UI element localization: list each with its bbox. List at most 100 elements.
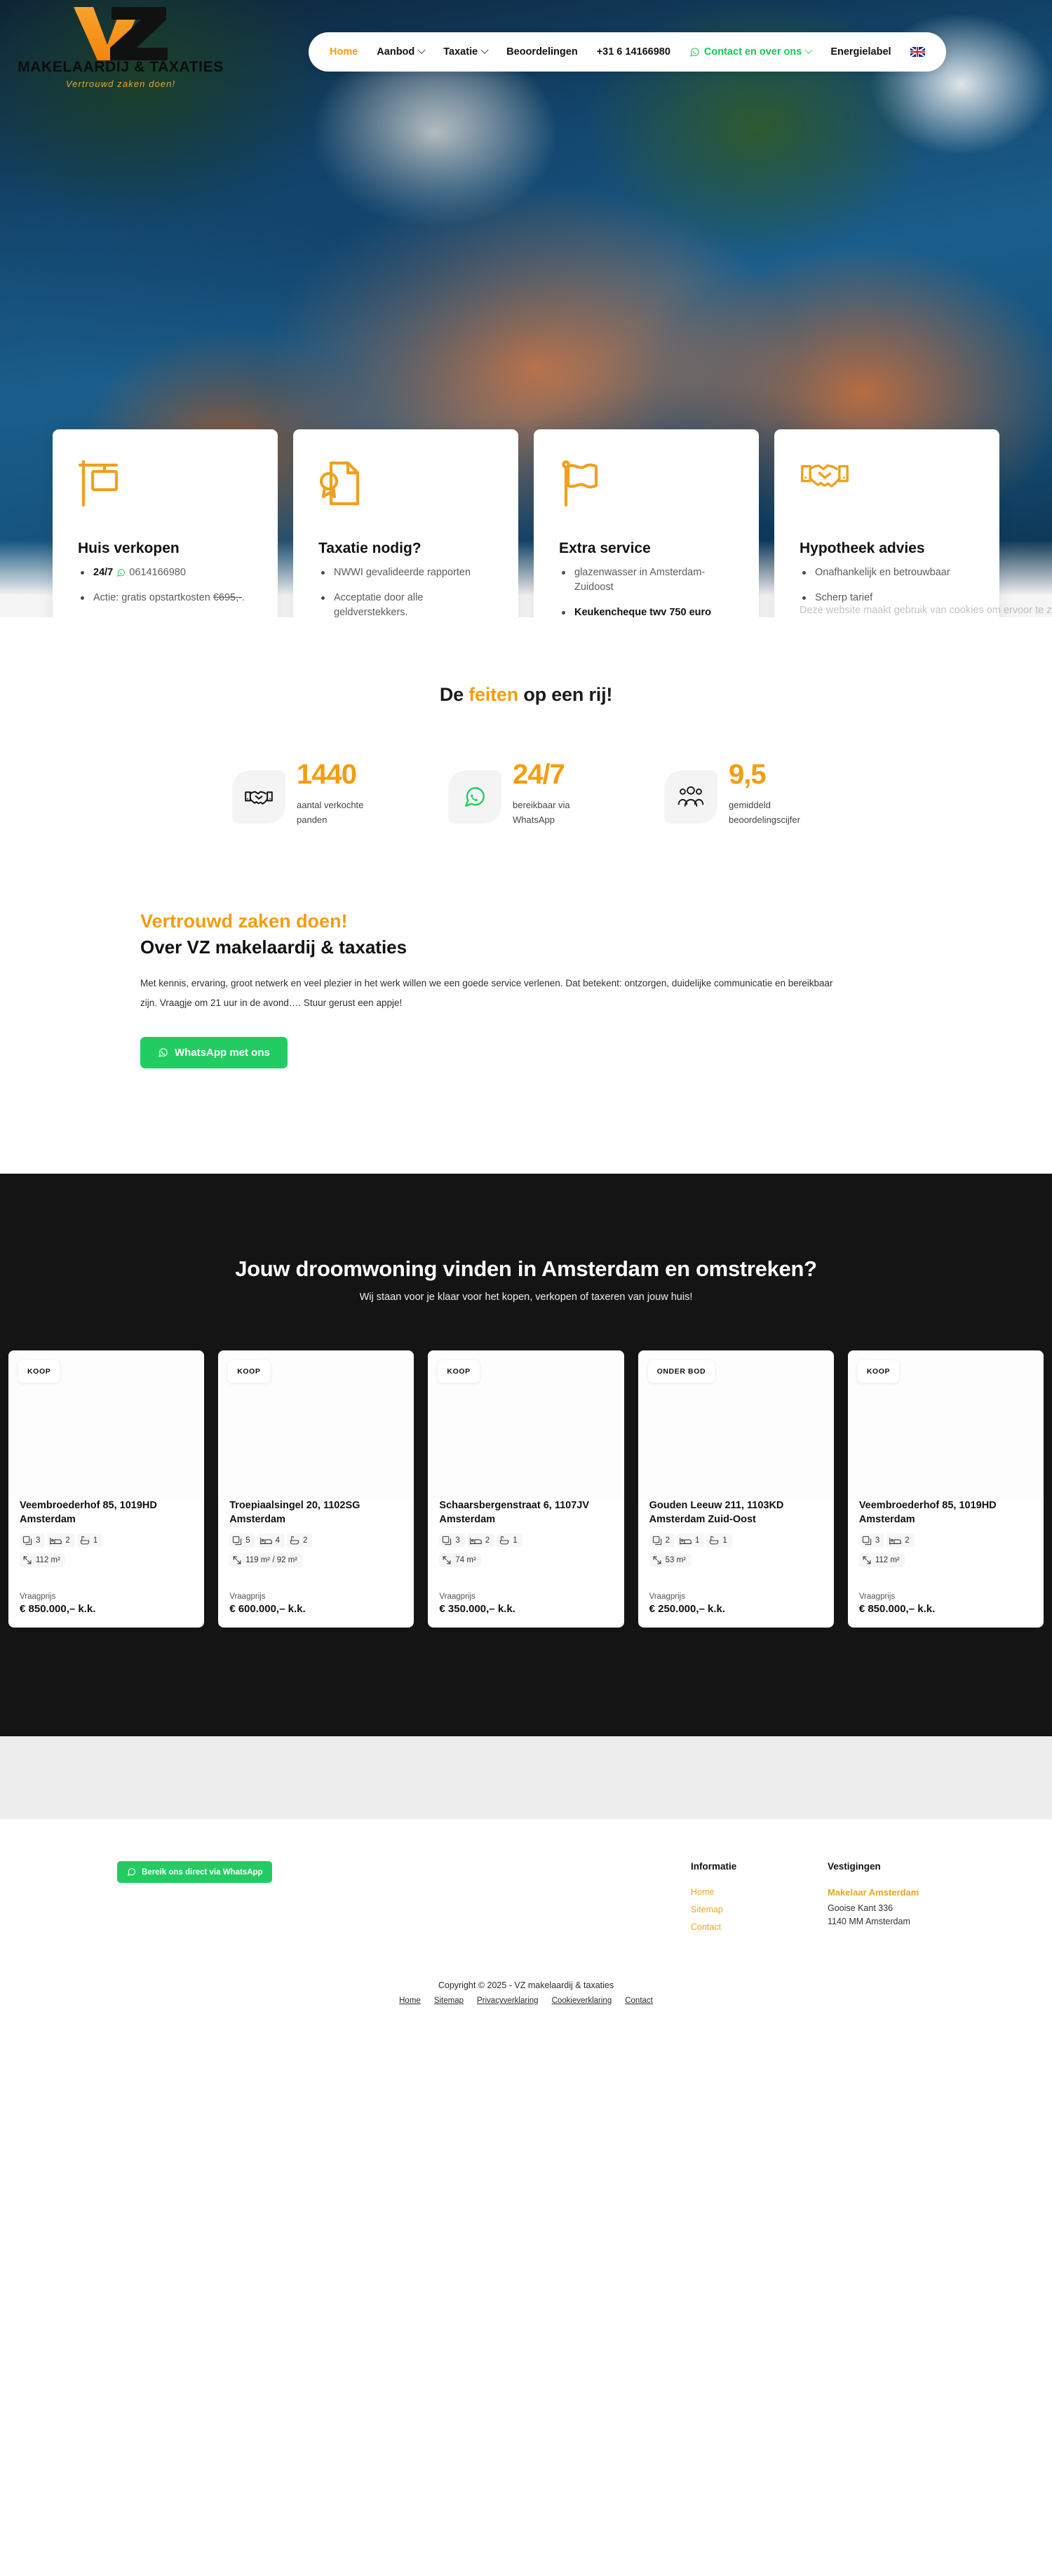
property-spacer [229,1567,403,1592]
spec-bedrooms-value: 1 [695,1536,700,1545]
bath-icon [709,1536,719,1545]
spec-area: 53 m² [649,1553,692,1568]
chevron-down-icon [804,46,813,54]
footer-whatsapp-button[interactable]: Bereik ons direct via WhatsApp [117,1861,272,1884]
footer-locations-column: Vestigingen Makelaar Amsterdam Gooise Ka… [828,1861,964,1928]
property-card[interactable]: KOOP Veembroederhof 85, 1019HD Amsterdam 3… [847,1350,1044,1628]
facts-section: De feiten op een rij! 1440 aantal verkoch… [0,617,1052,828]
flag-uk-icon[interactable] [910,47,925,57]
nav-item-home[interactable]: Home [330,46,358,58]
fact-item: 9,5 gemiddeld beoordelingscijfer [664,760,820,828]
fact-label: gemiddeld beoordelingscijfer [729,800,800,825]
footer-bottom-link-contact[interactable]: Contact [625,1997,653,2005]
price-label: Vraagprijs [439,1592,476,1602]
property-card[interactable]: ONDER BOD Gouden Leeuw 211, 1103KD Amster… [638,1350,834,1628]
bed-icon [259,1536,272,1545]
spec-area: 112 m² [858,1553,905,1568]
bath-icon [499,1536,509,1545]
footer-link-home[interactable]: Home [691,1887,828,1897]
service-card-bullet: 24/7 0614166980 [78,565,252,580]
spec-rooms-value: 3 [875,1536,880,1545]
property-specs: 3 2 112 m² [858,1534,1032,1568]
vz-logo-icon [74,7,168,60]
footer-bottom-link-privacyverklaring[interactable]: Privacyverklaring [477,1997,539,2005]
spec-rooms: 3 [439,1534,465,1548]
nav-item-label: Aanbod [377,46,415,58]
property-card[interactable]: KOOP Troepiaalsingel 20, 1102SG Amsterdam… [218,1350,414,1628]
property-address: Veembroederhof 85, 1019HD Amsterdam [20,1500,157,1525]
nav-item-energielabel[interactable]: Energielabel [830,46,891,58]
property-specs: 3 2 1 112 m² [20,1534,193,1568]
bullet-text: Acceptatie door alle geldverstekkers. [334,592,424,617]
bed-icon [889,1536,902,1545]
copyright-text: Copyright © 2025 - VZ makelaardij & taxa… [438,1980,614,1991]
status-badge: ONDER BOD [647,1360,715,1383]
nav-item-label: Taxatie [443,46,478,58]
property-card[interactable]: KOOP Schaarsbergenstraat 6, 1107JV Amster… [428,1350,624,1628]
spec-rooms-value: 3 [455,1536,460,1545]
property-price: € 850.000,– k.k. [858,1603,936,1616]
facts-title: De feiten op een rij! [0,684,1052,706]
service-card-bullet: NWWI gevalideerde rapporten [318,565,493,580]
site-logo[interactable]: MAKELAARDIJ & TAXATIES Vertrouwd zaken d… [15,4,226,89]
spec-bathrooms-value: 2 [303,1536,308,1545]
facts-list: 1440 aantal verkochte panden 24/7 bereikbaa… [0,760,1052,828]
spec-bathrooms: 2 [287,1534,313,1548]
nav-item-aanbod[interactable]: Aanbod [377,46,426,58]
handshake-icon [800,459,974,509]
property-spacer [859,1567,1032,1592]
property-price: € 850.000,– k.k. [20,1603,96,1616]
main-navigation[interactable]: Home Aanbod Taxatie Beoordelingen +31 6 1416… [309,32,946,72]
footer-bottom-link-home[interactable]: Home [399,1997,421,2005]
nav-item-label: Beoordelingen [506,46,578,58]
site-footer: Bereik ons direct via WhatsApp Informati… [0,1819,1052,2024]
spec-area: 74 m² [439,1553,481,1568]
nav-item-taxatie[interactable]: Taxatie [443,46,489,58]
chevron-down-icon [417,46,426,54]
for-sale-sign-icon [78,459,252,509]
rooms-icon [442,1536,452,1545]
footer-bottom-link-cookieverklaring[interactable]: Cookieverklaring [552,1997,612,2005]
status-badge: KOOP [438,1360,480,1383]
service-card-bullet: Actie: gratis opstartkosten €695,-. [78,591,252,605]
footer-locations-heading: Vestigingen [828,1861,881,1872]
office-street: Gooise Kant 336 [828,1903,893,1914]
spec-rooms: 2 [649,1534,675,1548]
bullet-text: 0614166980 [126,567,186,578]
facts-title-highlight: feiten [468,684,519,705]
footer-bottom-links: Home Sitemap Privacyverklaring Cookieverkla… [0,1997,1052,2005]
logo-company-name: MAKELAARDIJ & TAXATIES [18,59,224,75]
nav-item-contact-en-over-ons[interactable]: Contact en over ons [689,46,813,58]
property-address: Gouden Leeuw 211, 1103KD Amsterdam Zuid-… [649,1500,784,1525]
whatsapp-contact-button[interactable]: WhatsApp met ons [140,1037,288,1069]
service-card-bullet: Keukencheque twv 750 euro [559,605,734,617]
listings-section: Jouw droomwoning vinden in Amsterdam en … [0,1174,1052,1737]
bullet-text: Onafhankelijk en betrouwbaar [815,567,950,578]
property-card[interactable]: KOOP Veembroederhof 85, 1019HD Amsterdam 3… [8,1350,205,1628]
bullet-text: €695,- [213,592,242,604]
service-card-bullet: glazenwasser in Amsterdam-Zuidoost [559,565,734,595]
price-label: Vraagprijs [229,1592,266,1602]
whatsapp-icon [126,1867,137,1877]
nav-item-31-6-14166980[interactable]: +31 6 14166980 [597,46,670,58]
footer-link-sitemap[interactable]: Sitemap [691,1905,828,1914]
facts-title-pre: De [439,684,469,705]
fact-item: 1440 aantal verkochte panden [232,760,388,828]
rooms-icon [652,1536,662,1545]
about-paragraph: Met kennis, ervaring, groot netwerk en v… [140,977,833,1008]
bullet-text: 24/7 [93,567,114,578]
footer-info-column: Informatie Home Sitemap Contact [691,1861,828,1940]
footer-info-heading: Informatie [691,1861,737,1872]
property-address: Veembroederhof 85, 1019HD Amsterdam [858,1500,997,1525]
property-spacer [439,1567,612,1592]
footer-link-contact[interactable]: Contact [691,1922,828,1932]
about-section: Vertrouwd zaken doen! Over VZ makelaardi… [0,827,1052,1174]
nav-item-beoordelingen[interactable]: Beoordelingen [506,46,578,58]
fact-number: 1440 [297,759,357,790]
service-card-bullet: Scherp tarief [800,591,974,605]
footer-bottom-link-sitemap[interactable]: Sitemap [434,1997,464,2005]
spec-area: 119 m² / 92 m² [229,1553,303,1568]
spec-bedrooms: 1 [677,1534,705,1548]
property-spacer [20,1567,193,1592]
property-price: € 600.000,– k.k. [229,1603,306,1616]
